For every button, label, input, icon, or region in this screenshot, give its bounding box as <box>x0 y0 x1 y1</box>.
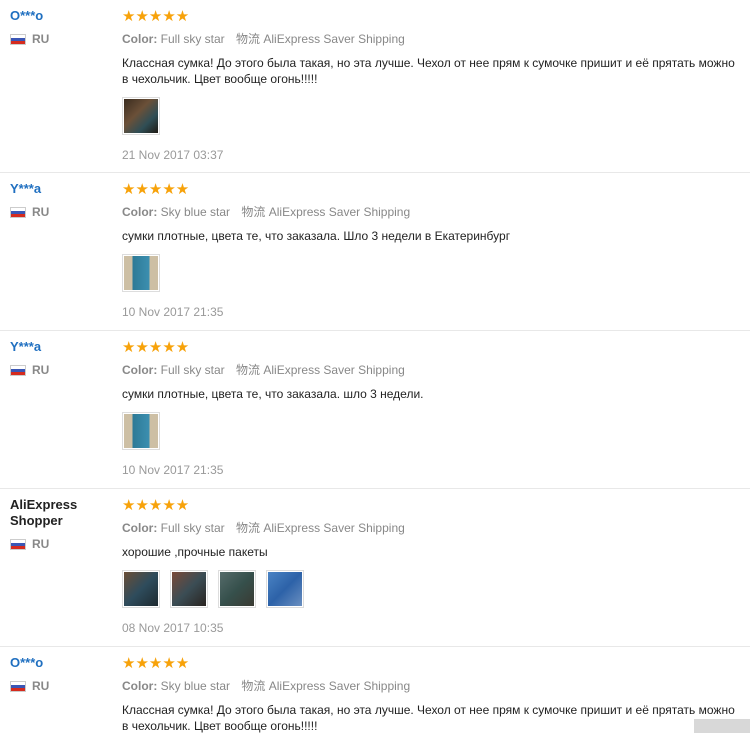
reviewer-name[interactable]: O***o <box>10 655 110 670</box>
review-content: ★★★★★ Color: Sky blue star 物流 AliExpress… <box>122 655 742 734</box>
star-rating: ★★★★★ <box>122 497 190 514</box>
shipping-icon: 物流 <box>236 32 261 46</box>
review-photos <box>122 97 742 135</box>
scroll-indicator[interactable] <box>694 719 750 733</box>
reviewer-name[interactable]: AliExpress Shopper <box>10 497 90 529</box>
color-label: Color: <box>122 363 158 377</box>
review-content: ★★★★★ Color: Full sky star 物流 AliExpress… <box>122 497 742 635</box>
review-photo-thumb[interactable] <box>122 97 160 135</box>
reviewer-country: RU <box>10 679 110 693</box>
russia-flag-icon <box>10 680 26 692</box>
review-photos <box>122 570 742 608</box>
reviewer-name[interactable]: O***o <box>10 8 110 23</box>
color-label: Color: <box>122 679 158 693</box>
review-date: 08 Nov 2017 10:35 <box>122 621 224 635</box>
review-date: 10 Nov 2017 21:35 <box>122 305 224 319</box>
color-label: Color: <box>122 205 158 219</box>
russia-flag-icon <box>10 33 26 45</box>
star-rating: ★★★★★ <box>122 181 190 198</box>
review-photo-thumb[interactable] <box>170 570 208 608</box>
color-label: Color: <box>122 521 158 535</box>
color-value: Full sky star <box>160 521 225 535</box>
reviewer-name[interactable]: Y***a <box>10 181 110 196</box>
review-item: Y***a RU ★★★★★ Color: Full sky star 物流 A… <box>0 331 750 489</box>
review-text: Классная сумка! До этого была такая, но … <box>122 56 735 86</box>
color-label: Color: <box>122 32 158 46</box>
review-photos <box>122 412 742 450</box>
review-photo-thumb[interactable] <box>218 570 256 608</box>
shipping-method: AliExpress Saver Shipping <box>268 205 411 219</box>
country-code: RU <box>32 32 50 46</box>
review-text: Классная сумка! До этого была такая, но … <box>122 703 735 733</box>
reviewer-country: RU <box>10 363 110 377</box>
review-content: ★★★★★ Color: Sky blue star 物流 AliExpress… <box>122 181 742 319</box>
color-value: Full sky star <box>160 32 225 46</box>
reviewer-country: RU <box>10 537 110 551</box>
shipping-icon: 物流 <box>241 205 266 219</box>
color-value: Full sky star <box>160 363 225 377</box>
review-text: хорошие ,прочные пакеты <box>122 545 268 559</box>
shipping-method: AliExpress Saver Shipping <box>263 521 405 535</box>
review-text: сумки плотные, цвета те, что заказала. ш… <box>122 387 424 401</box>
reviewer-country: RU <box>10 205 110 219</box>
review-meta: Color: Sky blue star 物流 AliExpress Saver… <box>122 203 742 220</box>
reviewer-info: AliExpress Shopper RU <box>10 497 110 551</box>
reviewer-name[interactable]: Y***a <box>10 339 110 354</box>
review-meta: Color: Full sky star 物流 AliExpress Saver… <box>122 30 742 47</box>
photo <box>124 414 158 448</box>
review-content: ★★★★★ Color: Full sky star 物流 AliExpress… <box>122 339 742 477</box>
reviewer-country: RU <box>10 32 110 46</box>
shipping-method: AliExpress Saver Shipping <box>263 32 405 46</box>
russia-flag-icon <box>10 206 26 218</box>
shipping-icon: 物流 <box>241 679 266 693</box>
color-value: Sky blue star <box>160 205 231 219</box>
shipping-method: AliExpress Saver Shipping <box>268 679 411 693</box>
review-text: сумки плотные, цвета те, что заказала. Ш… <box>122 229 511 243</box>
review-meta: Color: Sky blue star 物流 AliExpress Saver… <box>122 677 742 694</box>
star-rating: ★★★★★ <box>122 8 190 25</box>
reviewer-info: O***o RU <box>10 655 110 693</box>
country-code: RU <box>32 679 50 693</box>
review-photo-thumb[interactable] <box>122 570 160 608</box>
review-meta: Color: Full sky star 物流 AliExpress Saver… <box>122 519 742 536</box>
review-photo-thumb[interactable] <box>266 570 304 608</box>
photo <box>172 572 206 606</box>
photo <box>124 572 158 606</box>
review-item: O***o RU ★★★★★ Color: Sky blue star 物流 A… <box>0 647 750 733</box>
review-meta: Color: Full sky star 物流 AliExpress Saver… <box>122 361 742 378</box>
review-photos <box>122 254 742 292</box>
review-photo-thumb[interactable] <box>122 412 160 450</box>
country-code: RU <box>32 537 50 551</box>
photo <box>220 572 254 606</box>
russia-flag-icon <box>10 538 26 550</box>
photo <box>124 256 158 290</box>
star-rating: ★★★★★ <box>122 655 190 672</box>
review-content: ★★★★★ Color: Full sky star 物流 AliExpress… <box>122 8 742 162</box>
shipping-method: AliExpress Saver Shipping <box>263 363 405 377</box>
reviewer-info: O***o RU <box>10 8 110 46</box>
photo <box>124 99 158 133</box>
review-item: AliExpress Shopper RU ★★★★★ Color: Full … <box>0 489 750 647</box>
country-code: RU <box>32 363 50 377</box>
color-value: Sky blue star <box>160 679 231 693</box>
russia-flag-icon <box>10 364 26 376</box>
reviewer-info: Y***a RU <box>10 339 110 377</box>
shipping-icon: 物流 <box>236 363 261 377</box>
review-item: O***o RU ★★★★★ Color: Full sky star 物流 A… <box>0 0 750 173</box>
star-rating: ★★★★★ <box>122 339 190 356</box>
photo <box>268 572 302 606</box>
review-photo-thumb[interactable] <box>122 254 160 292</box>
review-date: 10 Nov 2017 21:35 <box>122 463 224 477</box>
review-date: 21 Nov 2017 03:37 <box>122 148 224 162</box>
reviewer-info: Y***a RU <box>10 181 110 219</box>
review-item: Y***a RU ★★★★★ Color: Sky blue star 物流 A… <box>0 173 750 331</box>
country-code: RU <box>32 205 50 219</box>
shipping-icon: 物流 <box>236 521 261 535</box>
